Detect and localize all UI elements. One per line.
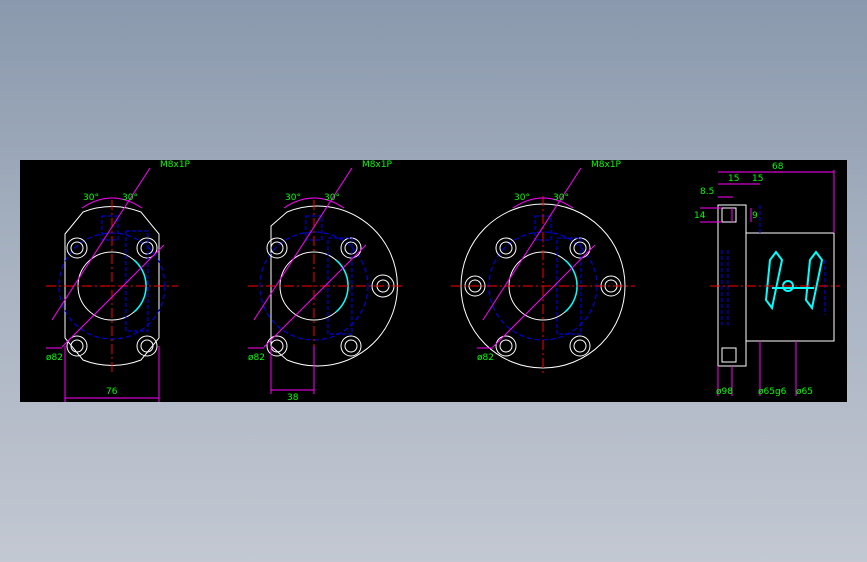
view-3-angle-right: 30° (553, 193, 569, 203)
side-view-dia-fit: ø65g6 (758, 387, 787, 397)
side-view-bolts (721, 207, 737, 363)
view-1-hidden-slot (101, 215, 149, 332)
cad-drawing-canvas: M8x1P 30° 30° ø82 76 M8x1P 30° 30° ø82 3… (20, 160, 847, 402)
side-view-thickness: 8.5 (700, 187, 714, 197)
view-1-cut-flange: M8x1P 30° 30° ø82 76 (46, 160, 191, 402)
view-2-thread-callout: M8x1P (362, 160, 393, 170)
view-1-diameter: ø82 (46, 353, 63, 363)
view-3-thread-callout: M8x1P (591, 160, 622, 170)
view-3-round-flange: M8x1P 30° 30° ø82 (451, 160, 635, 376)
side-view-dia-flange: ø98 (716, 387, 733, 397)
side-view-groove-symbol (764, 250, 824, 311)
view-3-diameter: ø82 (477, 353, 494, 363)
side-view: 68 15 15 8.5 14 9 ø98 ø65g6 ø65 (694, 162, 840, 397)
view-1-angle-right: 30° (122, 193, 138, 203)
view-3-center-lines (451, 196, 635, 376)
side-view-height-left: 14 (694, 211, 706, 221)
view-2-cut-side-flange: M8x1P 30° 30° ø82 38 (248, 160, 404, 402)
view-1-angle-left: 30° (83, 193, 99, 203)
side-view-dia-body: ø65 (796, 387, 813, 397)
view-2-offset: 38 (287, 393, 299, 402)
side-view-flange-b: 15 (752, 174, 763, 184)
view-1-width: 76 (106, 387, 118, 397)
view-1-center-lines (46, 200, 178, 372)
view-2-angle-right: 30° (324, 193, 340, 203)
view-3-angle-left: 30° (514, 193, 530, 203)
view-2-angle-left: 30° (285, 193, 301, 203)
view-2-diameter: ø82 (248, 353, 265, 363)
side-view-flange-a: 15 (728, 174, 739, 184)
side-view-overall-length: 68 (772, 162, 784, 172)
side-view-height-right: 9 (752, 211, 758, 221)
view-2-holes (266, 237, 395, 357)
view-1-thread-callout: M8x1P (160, 160, 191, 170)
